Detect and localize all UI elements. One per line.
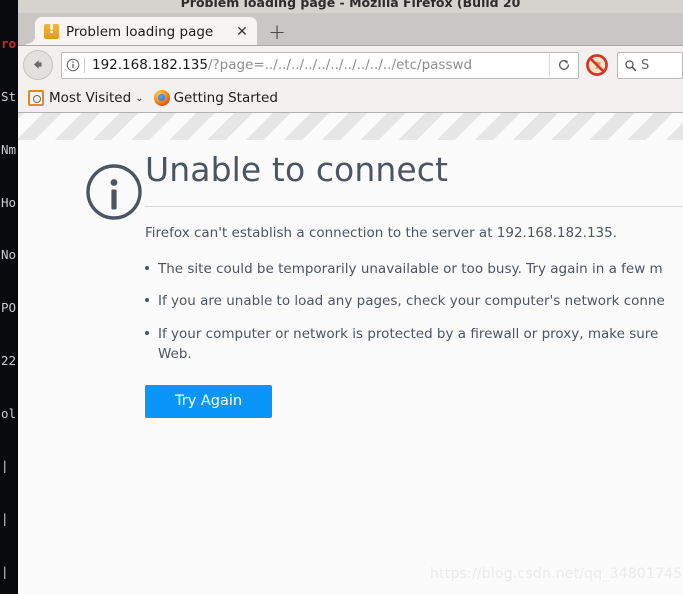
terminal-line: | [1, 511, 9, 527]
list-item: If you are unable to load any pages, che… [145, 291, 678, 311]
terminal-line: No [1, 247, 17, 263]
search-bar[interactable]: S [617, 51, 683, 79]
bookmark-getting-started[interactable]: Getting Started [149, 87, 283, 109]
terminal-line: ro [1, 36, 17, 52]
noscript-button[interactable] [583, 51, 611, 79]
page-title: Unable to connect [145, 150, 449, 189]
most-visited-icon [28, 90, 44, 106]
noscript-blocked-icon [586, 54, 608, 76]
neterror-page: Unable to connect Firefox can't establis… [83, 150, 683, 418]
firefox-icon [153, 90, 170, 106]
list-item: If your computer or network is protected… [145, 324, 678, 365]
url-text[interactable]: 192.168.182.135/?page=../../../../../../… [92, 57, 549, 73]
terminal-line: | [1, 458, 9, 474]
bookmark-label: Most Visited [49, 90, 132, 106]
title-divider [145, 205, 683, 207]
tab-label: Problem loading page [66, 23, 214, 40]
terminal-line: PO [1, 300, 17, 316]
tab-strip: Problem loading page ✕ + [18, 13, 683, 46]
new-tab-button[interactable]: + [266, 22, 288, 44]
window-titlebar[interactable]: Problem loading page - Mozilla Firefox (… [18, 0, 683, 13]
reload-button[interactable] [549, 53, 578, 77]
reload-icon [558, 59, 570, 70]
error-suggestion-list: The site could be temporarily unavailabl… [145, 259, 683, 364]
terminal-line: Nm [1, 141, 17, 157]
back-button[interactable] [23, 50, 53, 80]
url-path: /?page=../../../../../../../../../../etc… [207, 57, 473, 73]
terminal-line: | [1, 564, 9, 579]
navigation-toolbar: 192.168.182.135/?page=../../../../../../… [18, 46, 683, 84]
urlbar-separator [84, 57, 85, 73]
terminal-line: 22 [1, 352, 17, 368]
tab-problem-loading-page[interactable]: Problem loading page ✕ [26, 17, 257, 46]
warning-favicon-icon [44, 24, 59, 39]
search-icon [625, 59, 637, 71]
list-item: The site could be temporarily unavailabl… [145, 259, 678, 279]
bookmarks-toolbar: Most Visited ⌄ Getting Started [18, 84, 683, 112]
info-circle-icon [83, 153, 145, 227]
try-again-button[interactable]: Try Again [145, 385, 273, 418]
url-bar[interactable]: 192.168.182.135/?page=../../../../../../… [61, 51, 579, 79]
page-loading-hatch-pattern [18, 112, 683, 141]
close-tab-icon[interactable]: ✕ [234, 24, 250, 40]
window-title: Problem loading page - Mozilla Firefox (… [180, 0, 521, 10]
terminal-line: Ho [1, 194, 17, 210]
bookmark-label: Getting Started [173, 90, 278, 106]
bookmark-most-visited[interactable]: Most Visited ⌄ [23, 87, 149, 109]
terminal-line: St [1, 88, 17, 104]
arrow-left-icon [33, 60, 42, 69]
site-information-icon[interactable] [62, 58, 84, 72]
url-host: 192.168.182.135 [92, 57, 208, 73]
terminal-line: ol [1, 405, 17, 421]
chevron-down-icon: ⌄ [135, 92, 144, 104]
terminal-window[interactable]: ro St Nm Ho No PO 22 ol | | | |_ 66 60 |… [0, 0, 18, 594]
search-input[interactable]: S [641, 58, 649, 73]
error-short-description: Firefox can't establish a connection to … [145, 224, 618, 241]
